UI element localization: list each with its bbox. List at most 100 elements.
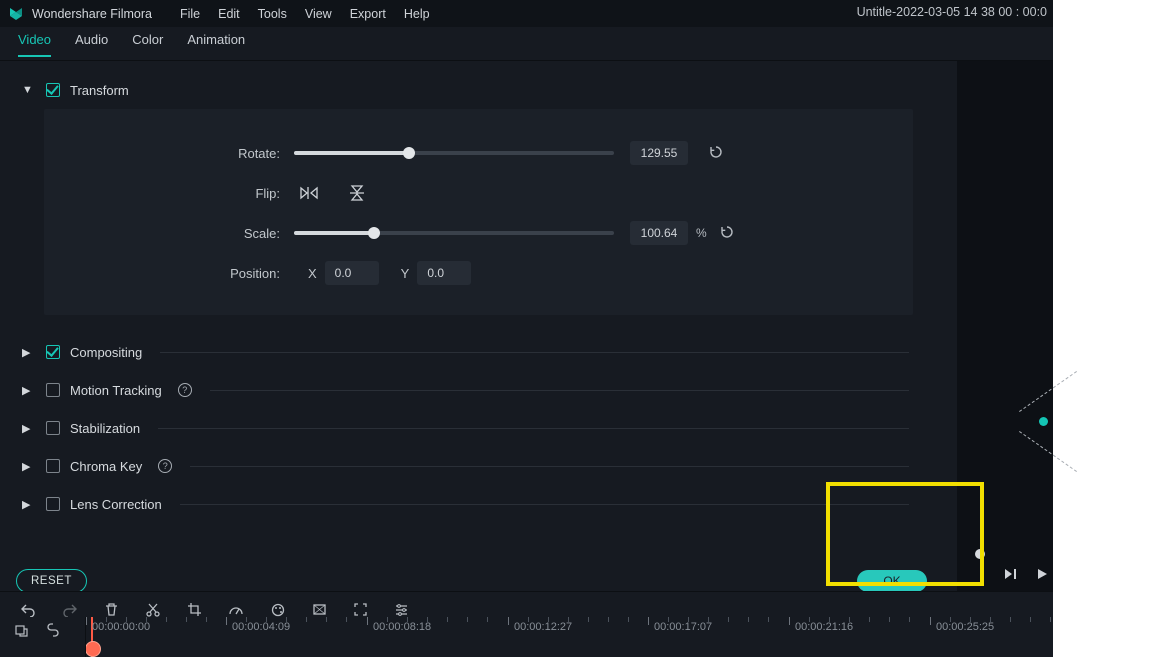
keyframe-handle[interactable]	[1039, 417, 1048, 426]
rotate-label: Rotate:	[72, 146, 294, 161]
menu-help[interactable]: Help	[404, 7, 430, 21]
rotate-value[interactable]: 129.55	[630, 141, 688, 165]
position-label: Position:	[72, 266, 294, 281]
green-screen-icon[interactable]	[312, 602, 327, 617]
chevron-right-icon[interactable]: ▶	[22, 346, 36, 359]
chroma-key-checkbox[interactable]	[46, 459, 60, 473]
divider	[180, 504, 909, 505]
motion-tracking-checkbox[interactable]	[46, 383, 60, 397]
rotate-reset-icon[interactable]	[708, 144, 724, 163]
divider	[160, 352, 909, 353]
position-y-label: Y	[401, 266, 410, 281]
transform-checkbox[interactable]	[46, 83, 60, 97]
position-x-input[interactable]: 0.0	[325, 261, 379, 285]
help-icon[interactable]: ?	[158, 459, 172, 473]
property-tabs: Video Audio Color Animation	[0, 27, 1053, 61]
ruler-tick-label: 00:00:25:25	[936, 621, 994, 633]
menu-file[interactable]: File	[180, 7, 200, 21]
menu-edit[interactable]: Edit	[218, 7, 240, 21]
compositing-label: Compositing	[70, 345, 142, 360]
section-lens-correction-header[interactable]: ▶ Lens Correction	[0, 485, 957, 523]
flip-label: Flip:	[72, 186, 294, 201]
undo-icon[interactable]	[20, 602, 36, 618]
rotate-slider[interactable]	[294, 151, 614, 155]
link-icon[interactable]	[45, 623, 61, 637]
ruler-tick-label: 00:00:08:18	[373, 621, 431, 633]
fullscreen-icon[interactable]	[353, 602, 368, 617]
chevron-down-icon[interactable]: ▼	[22, 84, 36, 96]
position-x-label: X	[308, 266, 317, 281]
position-y-input[interactable]: 0.0	[417, 261, 471, 285]
chevron-right-icon[interactable]: ▶	[22, 498, 36, 511]
speed-icon[interactable]	[228, 602, 244, 618]
ruler-tick-label: 00:00:17:07	[654, 621, 712, 633]
step-forward-icon[interactable]	[1003, 567, 1017, 584]
section-transform-header[interactable]: ▼ Transform	[0, 71, 957, 109]
ruler-tick-label: 00:00:04:09	[232, 621, 290, 633]
color-icon[interactable]	[270, 602, 286, 618]
motion-tracking-label: Motion Tracking	[70, 383, 162, 398]
chevron-right-icon[interactable]: ▶	[22, 422, 36, 435]
tab-video[interactable]: Video	[18, 32, 51, 57]
menu-view[interactable]: View	[305, 7, 332, 21]
section-chroma-key-header[interactable]: ▶ Chroma Key ?	[0, 447, 957, 485]
divider	[210, 390, 909, 391]
chevron-right-icon[interactable]: ▶	[22, 384, 36, 397]
timeline-ruler[interactable]: 00:00:00:00 00:00:04:09 00:00:08:18 00:00:1…	[86, 617, 1053, 657]
divider	[158, 428, 909, 429]
position-row: Position: X 0.0 Y 0.0	[72, 253, 885, 293]
settings-icon[interactable]	[394, 602, 409, 617]
scale-reset-icon[interactable]	[719, 224, 735, 243]
ruler-tick-label: 00:00:12:27	[514, 621, 572, 633]
timeline: 00:00:00:00 00:00:04:09 00:00:08:18 00:00:1…	[0, 617, 1053, 657]
play-icon[interactable]	[1035, 567, 1049, 584]
section-compositing-header[interactable]: ▶ Compositing	[0, 333, 957, 371]
document-title: Untitle-2022-03-05 14 38 00 : 00:0	[857, 5, 1047, 19]
tab-audio[interactable]: Audio	[75, 32, 108, 55]
compositing-checkbox[interactable]	[46, 345, 60, 359]
scale-label: Scale:	[72, 226, 294, 241]
ruler-tick-label: 00:00:00:00	[92, 621, 150, 633]
main-menu: File Edit Tools View Export Help	[180, 7, 430, 21]
flip-horizontal-icon[interactable]	[294, 182, 324, 204]
titlebar: Wondershare Filmora File Edit Tools View…	[0, 0, 1053, 27]
transform-label: Transform	[70, 83, 129, 98]
chevron-right-icon[interactable]: ▶	[22, 460, 36, 473]
stabilization-label: Stabilization	[70, 421, 140, 436]
add-track-icon[interactable]	[14, 623, 29, 638]
flip-row: Flip:	[72, 173, 885, 213]
app-name: Wondershare Filmora	[32, 7, 152, 21]
scale-row: Scale: 100.64 %	[72, 213, 885, 253]
scale-value[interactable]: 100.64	[630, 221, 688, 245]
tab-color[interactable]: Color	[132, 32, 163, 55]
reset-button[interactable]: RESET	[16, 569, 87, 593]
flip-vertical-icon[interactable]	[342, 182, 372, 204]
properties-panel: ▼ Transform Rotate: 129.55 Flip:	[0, 61, 957, 657]
menu-tools[interactable]: Tools	[258, 7, 287, 21]
section-stabilization-header[interactable]: ▶ Stabilization	[0, 409, 957, 447]
ruler-tick-label: 00:00:21:16	[795, 621, 853, 633]
preview-panel	[957, 61, 1053, 657]
preview-clip-edge	[993, 381, 1113, 501]
menu-export[interactable]: Export	[350, 7, 386, 21]
timeline-track-controls	[0, 617, 86, 657]
section-motion-tracking-header[interactable]: ▶ Motion Tracking ?	[0, 371, 957, 409]
delete-icon[interactable]	[104, 602, 119, 617]
rotate-row: Rotate: 129.55	[72, 133, 885, 173]
chroma-key-label: Chroma Key	[70, 459, 142, 474]
lens-correction-label: Lens Correction	[70, 497, 162, 512]
divider	[190, 466, 909, 467]
seek-thumb[interactable]	[975, 549, 985, 559]
help-icon[interactable]: ?	[178, 383, 192, 397]
tab-animation[interactable]: Animation	[187, 32, 245, 55]
split-icon[interactable]	[145, 602, 161, 618]
scale-unit: %	[696, 226, 707, 240]
redo-icon[interactable]	[62, 602, 78, 618]
stabilization-checkbox[interactable]	[46, 421, 60, 435]
lens-correction-checkbox[interactable]	[46, 497, 60, 511]
crop-icon[interactable]	[187, 602, 202, 617]
transform-controls: Rotate: 129.55 Flip:	[44, 109, 913, 315]
ok-button[interactable]: OK	[857, 570, 927, 592]
playback-controls	[1003, 567, 1049, 584]
scale-slider[interactable]	[294, 231, 614, 235]
